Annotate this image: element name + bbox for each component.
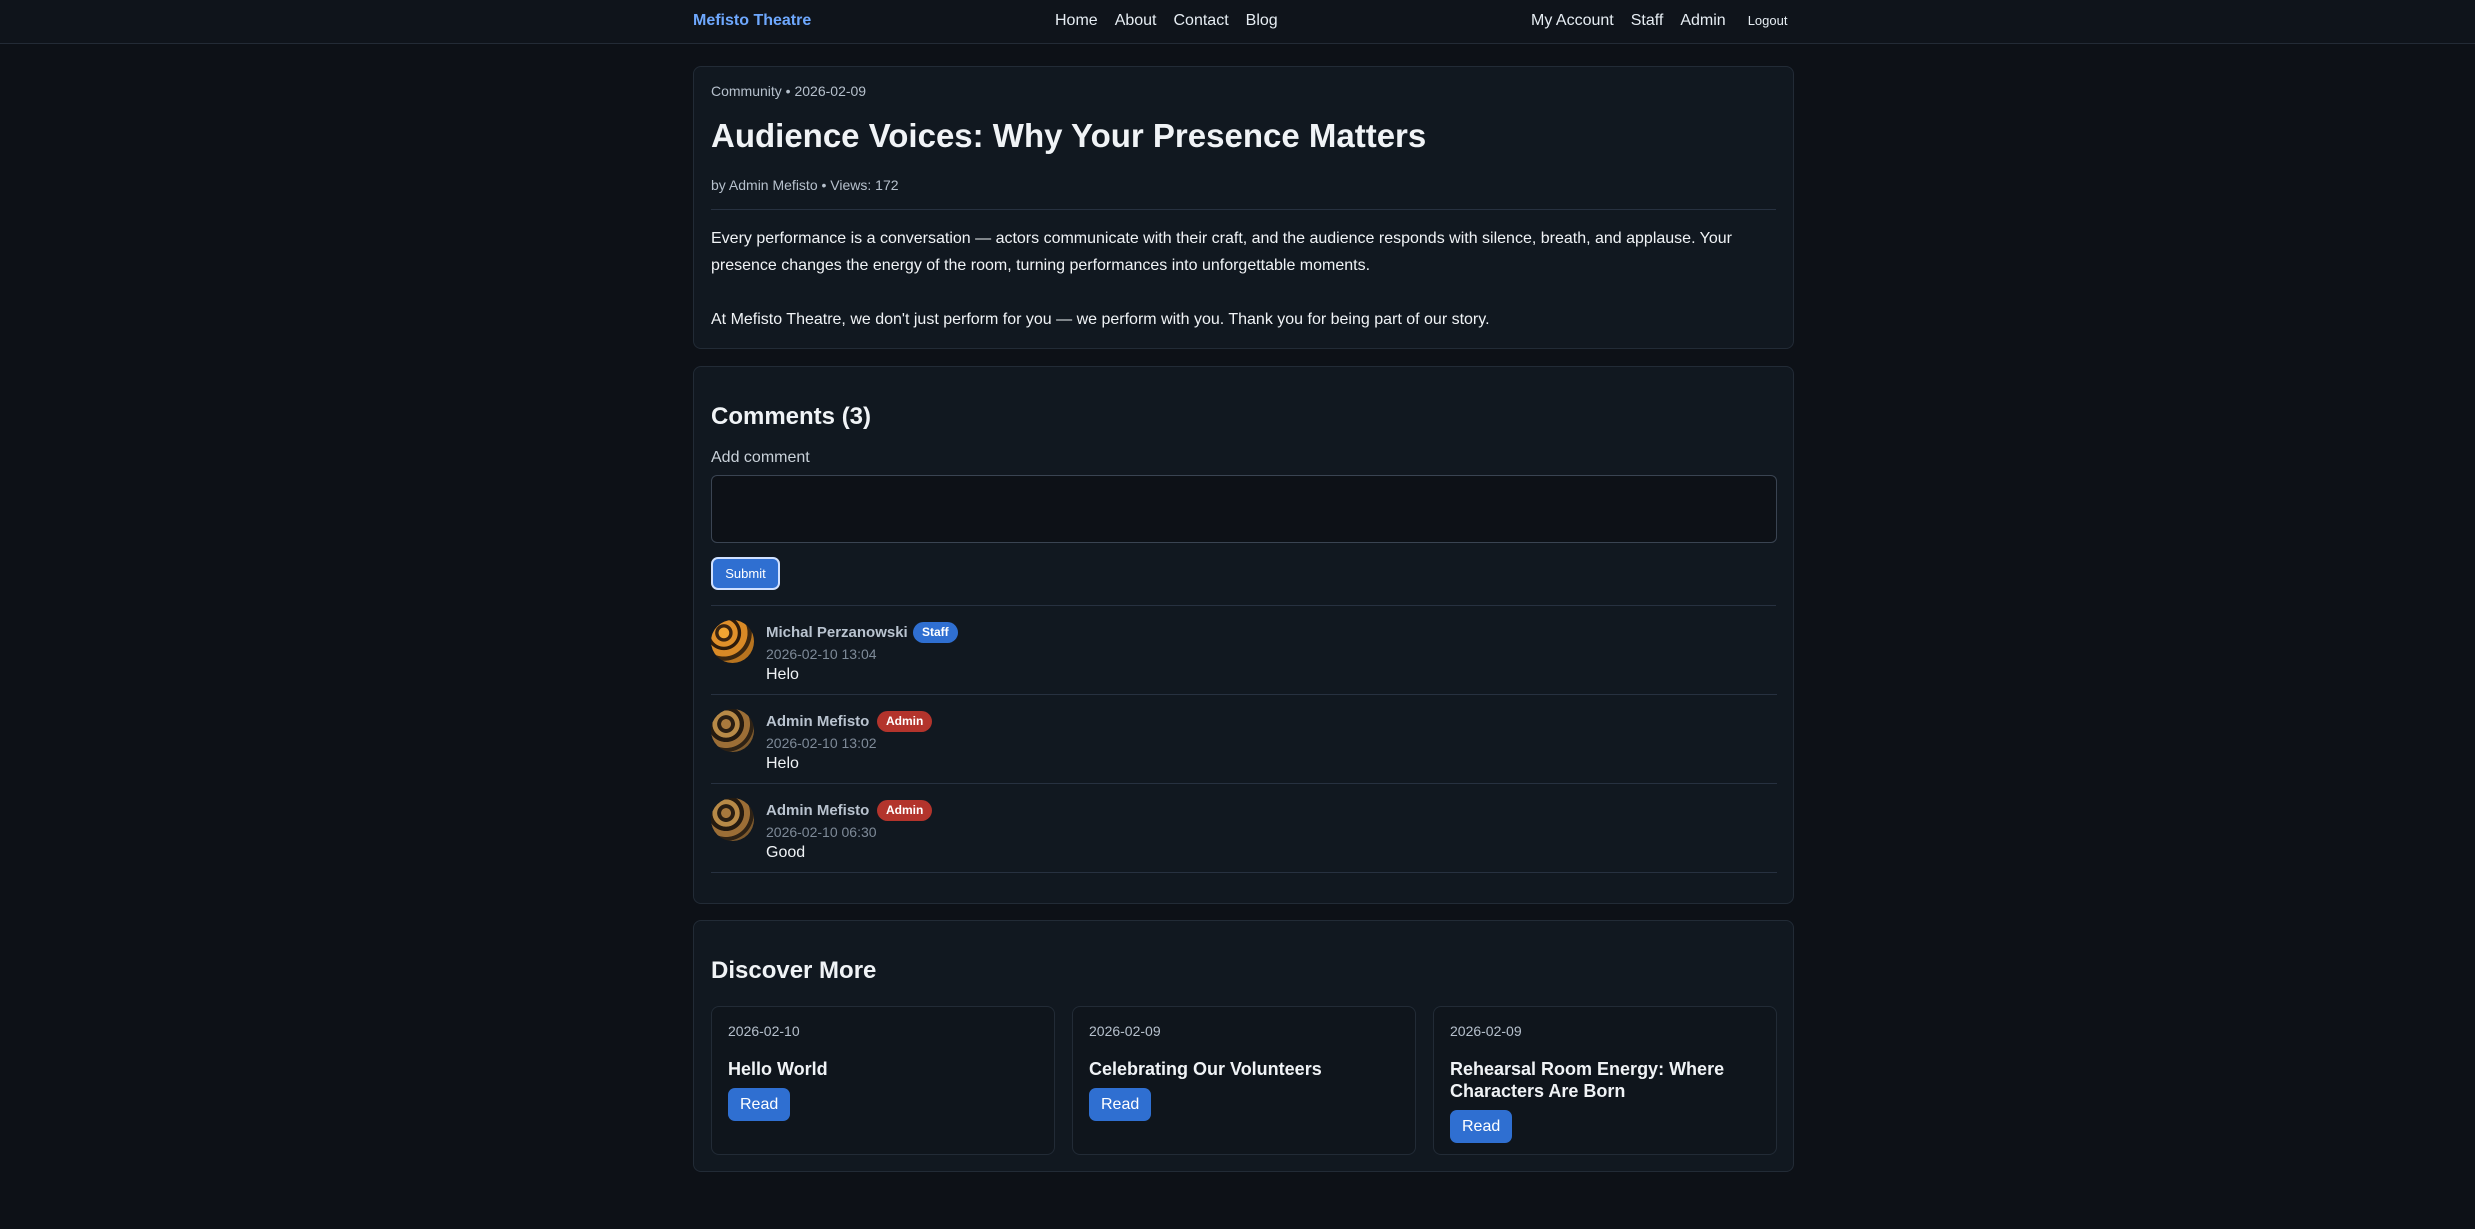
post-date: 2026-02-09 — [1450, 1023, 1522, 1039]
main-nav: Home About Contact Blog — [1055, 12, 1278, 30]
comments-heading: Comments (3) — [711, 403, 872, 430]
logout-link[interactable]: Logout — [1748, 13, 1788, 28]
comment-text: Helo — [766, 755, 799, 772]
discover-more-card: Discover More 2026-02-10 Hello World Rea… — [693, 920, 1794, 1172]
nav-contact[interactable]: Contact — [1174, 12, 1229, 30]
divider — [711, 209, 1776, 210]
comment-item: Michal Perzanowski Staff 2026-02-10 13:0… — [711, 606, 1777, 695]
role-badge: Staff — [913, 622, 958, 643]
comment-input[interactable] — [711, 475, 1777, 543]
comment-item: Admin Mefisto Admin 2026-02-10 13:02 Hel… — [711, 695, 1777, 784]
comment-author: Admin Mefisto — [766, 713, 870, 730]
nav-my-account[interactable]: My Account — [1531, 12, 1614, 30]
article-title: Audience Voices: Why Your Presence Matte… — [711, 117, 1427, 154]
brand-link[interactable]: Mefisto Theatre — [693, 12, 811, 30]
read-button[interactable]: Read — [1089, 1088, 1152, 1121]
comment-text: Good — [766, 844, 806, 861]
read-button[interactable]: Read — [728, 1088, 791, 1121]
role-badge: Admin — [877, 711, 933, 732]
post-card: 2026-02-09 Celebrating Our Volunteers Re… — [1072, 1006, 1416, 1155]
avatar — [711, 620, 754, 663]
account-nav: My Account Staff Admin Logout — [1531, 12, 1787, 30]
post-date: 2026-02-10 — [728, 1023, 800, 1039]
article-byline: by Admin Mefisto • Views: 172 — [711, 177, 899, 193]
nav-about[interactable]: About — [1115, 12, 1157, 30]
top-navbar: Mefisto Theatre Home About Contact Blog … — [0, 0, 2475, 44]
post-title: Hello World — [728, 1059, 828, 1079]
post-card: 2026-02-09 Rehearsal Room Energy: Where … — [1433, 1006, 1777, 1155]
nav-admin[interactable]: Admin — [1680, 12, 1725, 30]
comment-timestamp: 2026-02-10 06:30 — [766, 824, 877, 840]
role-badge: Admin — [877, 800, 933, 821]
avatar — [711, 709, 754, 752]
avatar — [711, 798, 754, 841]
comment-item: Admin Mefisto Admin 2026-02-10 06:30 Goo… — [711, 784, 1777, 873]
add-comment-label: Add comment — [711, 449, 810, 466]
nav-staff[interactable]: Staff — [1631, 12, 1664, 30]
comments-card: Comments (3) Add comment Submit Michal P… — [693, 366, 1794, 904]
post-date: 2026-02-09 — [1089, 1023, 1161, 1039]
submit-button[interactable]: Submit — [711, 557, 780, 590]
comment-author: Michal Perzanowski — [766, 624, 908, 641]
article-category-date: Community • 2026-02-09 — [711, 83, 867, 99]
article-paragraph: At Mefisto Theatre, we don't just perfor… — [711, 311, 1490, 328]
comment-timestamp: 2026-02-10 13:04 — [766, 646, 877, 662]
article-card: Community • 2026-02-09 Audience Voices: … — [693, 66, 1794, 349]
post-card: 2026-02-10 Hello World Read — [711, 1006, 1055, 1155]
post-title: Celebrating Our Volunteers — [1089, 1059, 1322, 1079]
nav-blog[interactable]: Blog — [1246, 12, 1278, 30]
read-button[interactable]: Read — [1450, 1110, 1513, 1143]
article-paragraph: Every performance is a conversation — ac… — [711, 230, 1732, 274]
comment-text: Helo — [766, 666, 799, 683]
comment-author: Admin Mefisto — [766, 802, 870, 819]
nav-home[interactable]: Home — [1055, 12, 1098, 30]
comment-timestamp: 2026-02-10 13:02 — [766, 735, 877, 751]
discover-heading: Discover More — [711, 957, 877, 984]
post-title: Rehearsal Room Energy: Where Characters … — [1450, 1059, 1725, 1101]
article-body: Every performance is a conversation — ac… — [711, 225, 1753, 333]
